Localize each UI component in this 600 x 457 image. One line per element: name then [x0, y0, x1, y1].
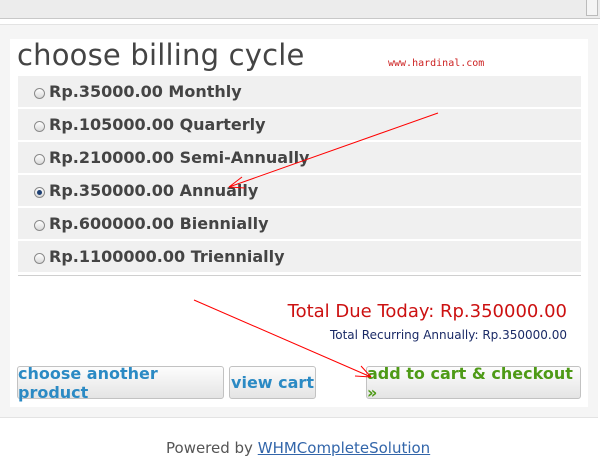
choose-another-product-button[interactable]: choose another product [17, 364, 224, 402]
option-label: Rp.210000.00 Semi-Annually [49, 148, 310, 167]
option-label: Rp.1100000.00 Triennially [49, 247, 285, 266]
billing-option-semi-annually[interactable]: Rp.210000.00 Semi-Annually [18, 142, 581, 173]
radio-triennially[interactable] [34, 253, 45, 264]
billing-option-triennially[interactable]: Rp.1100000.00 Triennially [18, 241, 581, 272]
option-label: Rp.35000.00 Monthly [49, 82, 242, 101]
radio-annually[interactable] [34, 187, 45, 198]
view-cart-button[interactable]: view cart [229, 366, 316, 399]
page-title: choose billing cycle [17, 38, 305, 72]
radio-monthly[interactable] [34, 88, 45, 99]
whmcs-link[interactable]: WHMCompleteSolution [258, 439, 430, 457]
billing-option-quarterly[interactable]: Rp.105000.00 Quarterly [18, 109, 581, 140]
total-recurring: Total Recurring Annually: Rp.350000.00 [329, 328, 567, 342]
radio-semi-annually[interactable] [34, 154, 45, 165]
options-divider [18, 275, 581, 276]
billing-option-monthly[interactable]: Rp.35000.00 Monthly [18, 76, 581, 107]
add-to-cart-checkout-button[interactable]: add to cart & checkout » [366, 364, 581, 402]
billing-option-annually[interactable]: Rp.350000.00 Annually [18, 175, 581, 206]
top-strip: ʼ [0, 0, 600, 19]
top-text-fragment: ʼ [3, 0, 7, 6]
watermark: www.hardinal.com [388, 58, 485, 69]
billing-option-biennially[interactable]: Rp.600000.00 Biennially [18, 208, 581, 239]
option-label: Rp.350000.00 Annually [49, 181, 259, 200]
top-right-tab [586, 0, 598, 16]
option-label: Rp.600000.00 Biennially [49, 214, 269, 233]
radio-quarterly[interactable] [34, 121, 45, 132]
option-label: Rp.105000.00 Quarterly [49, 115, 266, 134]
powered-by: Powered by WHMCompleteSolution [166, 439, 430, 457]
billing-options-list: Rp.35000.00 Monthly Rp.105000.00 Quarter… [18, 76, 581, 274]
radio-biennially[interactable] [34, 220, 45, 231]
powered-by-text: Powered by [166, 439, 253, 457]
total-due-today: Total Due Today: Rp.350000.00 [287, 301, 567, 322]
